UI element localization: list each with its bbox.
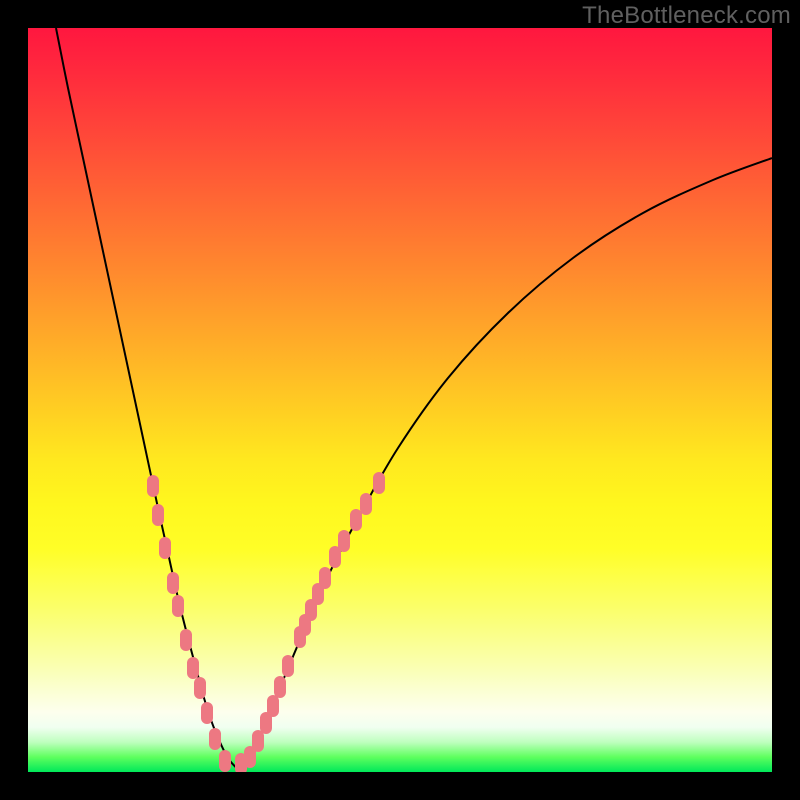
plot-area — [28, 28, 772, 772]
marker-point — [282, 655, 294, 677]
marker-point — [201, 702, 213, 724]
marker-point — [373, 472, 385, 494]
marker-point — [338, 530, 350, 552]
curve-right-curve — [241, 158, 772, 772]
curve-left-curve — [56, 28, 241, 772]
marker-point — [219, 750, 231, 772]
marker-point — [267, 695, 279, 717]
marker-point — [172, 595, 184, 617]
marker-point — [319, 567, 331, 589]
marker-group — [147, 472, 385, 772]
marker-point — [252, 730, 264, 752]
marker-point — [180, 629, 192, 651]
chart-frame: TheBottleneck.com — [0, 0, 800, 800]
marker-point — [147, 475, 159, 497]
watermark-text: TheBottleneck.com — [582, 2, 791, 30]
marker-point — [274, 676, 286, 698]
curves-svg — [28, 28, 772, 772]
series-lines — [56, 28, 772, 772]
marker-point — [350, 509, 362, 531]
marker-point — [152, 504, 164, 526]
marker-point — [167, 572, 179, 594]
marker-point — [209, 728, 221, 750]
marker-point — [159, 537, 171, 559]
marker-point — [194, 677, 206, 699]
marker-point — [187, 657, 199, 679]
marker-point — [360, 493, 372, 515]
